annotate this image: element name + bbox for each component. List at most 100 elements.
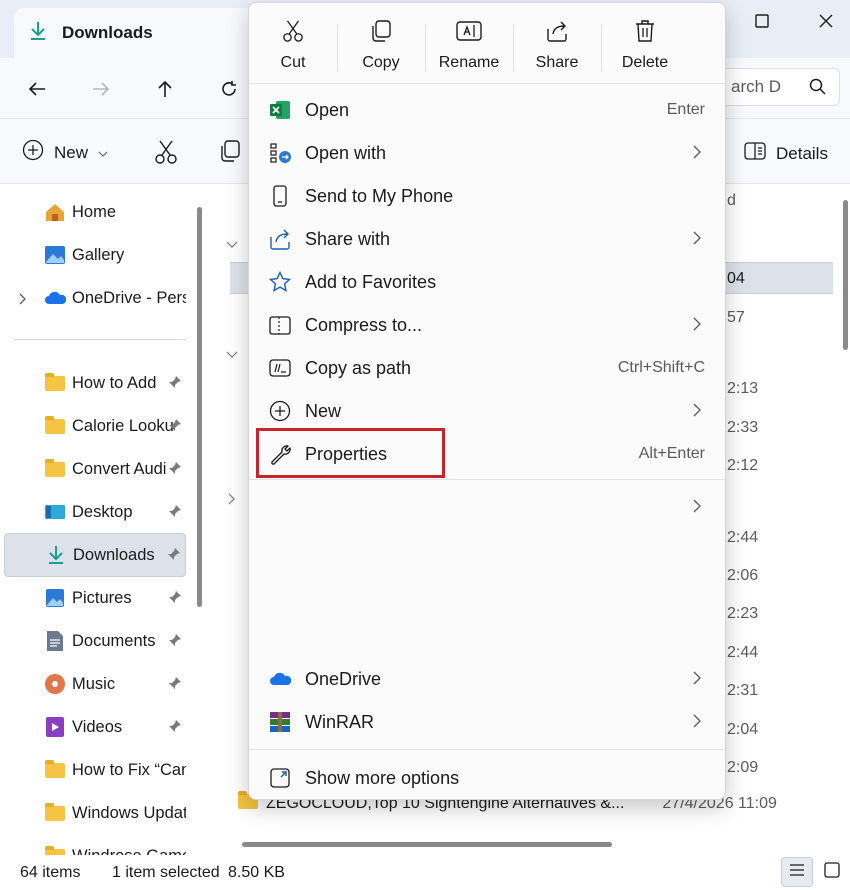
back-button[interactable] <box>20 72 54 106</box>
sidebar-item-calorie-lookup[interactable]: Calorie Looku <box>4 405 186 447</box>
more-options-icon <box>269 767 291 789</box>
excel-icon <box>269 99 291 121</box>
tab-title: Downloads <box>62 23 153 42</box>
pin-icon <box>168 504 182 523</box>
new-label: New <box>54 142 89 162</box>
menu-shortcut: Alt+Enter <box>638 445 705 462</box>
menu-item-share-with[interactable]: Share with <box>253 218 721 260</box>
menu-shortcut: Enter <box>666 101 705 118</box>
new-icon <box>269 400 291 422</box>
group-chevron-icon[interactable] <box>226 346 238 364</box>
group-chevron-icon[interactable] <box>228 492 236 510</box>
rename-button[interactable]: Rename <box>425 3 513 81</box>
group-chevron-icon[interactable] <box>226 236 238 254</box>
chevron-right-icon <box>693 317 701 336</box>
up-button[interactable] <box>148 72 182 106</box>
details-view-button[interactable] <box>781 857 813 887</box>
selection-count: 1 item selected <box>112 864 220 881</box>
copy-button[interactable]: Copy <box>337 3 425 81</box>
close-button[interactable] <box>806 6 846 36</box>
sidebar-item-convert-audio[interactable]: Convert Audi <box>4 448 186 490</box>
documents-icon <box>44 630 66 652</box>
file-time-peek: 2:44 <box>727 644 759 661</box>
chevron-right-icon <box>693 671 701 690</box>
sidebar-item-home[interactable]: Home <box>4 191 186 233</box>
horizontal-scrollbar[interactable] <box>242 842 612 847</box>
menu-item-winrar[interactable]: WinRAR <box>253 701 721 743</box>
details-label: Details <box>776 143 828 163</box>
sidebar-item-windrose-game[interactable]: Windrose Game <box>4 835 186 855</box>
plus-circle-icon <box>22 139 44 166</box>
sidebar-item-documents[interactable]: Documents <box>4 620 186 662</box>
sidebar-item-music[interactable]: Music <box>4 663 186 705</box>
item-count: 64 items <box>20 864 81 881</box>
menu-item-open-with[interactable]: Open with <box>253 132 721 174</box>
chevron-right-icon[interactable] <box>18 291 26 310</box>
chevron-right-icon <box>693 403 701 422</box>
file-list-scrollbar[interactable] <box>843 200 848 350</box>
copy-icon[interactable] <box>218 139 242 168</box>
new-button[interactable]: New <box>22 139 108 166</box>
sidebar-item-how-to-add[interactable]: How to Add <box>4 362 186 404</box>
pin-icon <box>168 418 182 437</box>
compress-icon <box>269 314 291 336</box>
maximize-button[interactable] <box>742 6 782 36</box>
menu-item-compress-to[interactable]: Compress to... <box>253 304 721 346</box>
menu-item-add-to-favorites[interactable]: Add to Favorites <box>253 261 721 303</box>
sidebar-item-gallery[interactable]: Gallery <box>4 234 186 276</box>
refresh-button[interactable] <box>212 72 246 106</box>
music-icon <box>44 673 66 695</box>
folder-icon <box>44 415 66 437</box>
menu-item-show-more-options[interactable]: Show more options <box>253 757 721 799</box>
sidebar-item-desktop[interactable]: Desktop <box>4 491 186 533</box>
search-icon[interactable] <box>809 78 827 101</box>
share-with-icon <box>269 228 291 250</box>
forward-button[interactable] <box>84 72 118 106</box>
pin-icon <box>168 633 182 652</box>
menu-item-new[interactable]: New <box>253 390 721 432</box>
chevron-down-icon <box>98 143 108 163</box>
rename-icon <box>456 19 482 48</box>
tiles-view-button[interactable] <box>816 857 848 887</box>
details-pane-icon <box>744 141 766 166</box>
menu-divider <box>249 749 725 750</box>
pin-icon <box>168 461 182 480</box>
status-bar: 64 items 1 item selected 8.50 KB <box>0 855 850 890</box>
menu-item-extension[interactable] <box>253 486 721 528</box>
file-time-peek: 04 <box>727 270 745 287</box>
chevron-right-icon <box>693 145 701 164</box>
column-header-peek: d <box>727 192 736 209</box>
pin-icon <box>168 375 182 394</box>
menu-item-copy-as-path[interactable]: Copy as path Ctrl+Shift+C <box>253 347 721 389</box>
menu-shortcut: Ctrl+Shift+C <box>617 359 705 376</box>
menu-divider <box>249 83 725 84</box>
sidebar-item-downloads[interactable]: Downloads <box>4 533 186 577</box>
folder-icon <box>44 802 66 824</box>
open-with-icon <box>269 142 291 164</box>
menu-divider <box>249 479 725 480</box>
sidebar-item-videos[interactable]: Videos <box>4 706 186 748</box>
chevron-right-icon <box>693 499 701 518</box>
search-text: arch D <box>731 77 782 96</box>
cut-icon[interactable] <box>154 139 178 170</box>
menu-item-open[interactable]: Open Enter <box>253 89 721 131</box>
copy-icon <box>369 19 393 48</box>
sidebar-divider <box>14 339 186 340</box>
file-time-peek: 2:09 <box>727 759 759 776</box>
menu-item-send-to-phone[interactable]: Send to My Phone <box>253 175 721 217</box>
sidebar-item-pictures[interactable]: Pictures <box>4 577 186 619</box>
properties-highlight-box <box>256 428 445 478</box>
folder-icon <box>44 845 66 855</box>
file-time-peek: 57 <box>727 309 745 326</box>
sidebar-item-how-to-fix[interactable]: How to Fix “Can <box>4 749 186 791</box>
sidebar-item-windows-update[interactable]: Windows Updat <box>4 792 186 834</box>
tab-downloads[interactable]: Downloads <box>14 8 264 58</box>
delete-button[interactable]: Delete <box>601 3 689 81</box>
details-pane-button[interactable]: Details <box>744 141 828 166</box>
menu-item-onedrive[interactable]: OneDrive <box>253 658 721 700</box>
cut-button[interactable]: Cut <box>249 3 337 81</box>
sidebar-scrollbar[interactable] <box>197 207 202 607</box>
desktop-icon <box>44 501 66 523</box>
sidebar-item-onedrive[interactable]: OneDrive - Perso <box>4 277 186 319</box>
share-button[interactable]: Share <box>513 3 601 81</box>
